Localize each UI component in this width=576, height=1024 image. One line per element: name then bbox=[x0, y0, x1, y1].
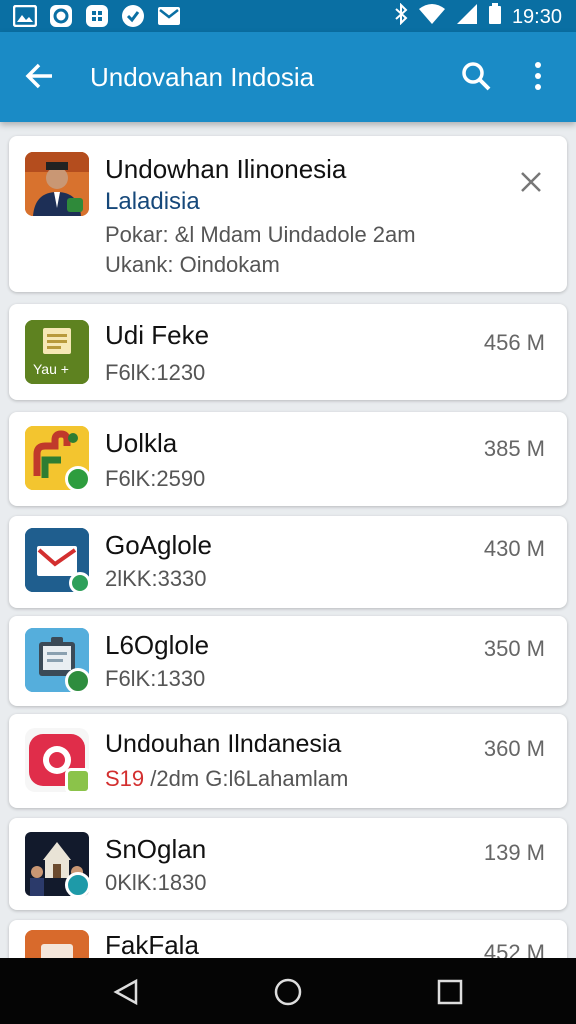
app-name: FakFala bbox=[105, 930, 199, 960]
gallery-notification-icon bbox=[12, 4, 38, 28]
wifi-icon bbox=[418, 3, 446, 31]
featured-download-card[interactable]: Undowhan Ilinonesia Laladisia Pokar: &l … bbox=[9, 136, 567, 292]
app-size: 360 M bbox=[483, 736, 545, 761]
app-name: L6Oglole bbox=[105, 630, 210, 660]
list-item[interactable]: SnOglan 0KlK:1830 139 M bbox=[9, 818, 567, 910]
search-icon[interactable] bbox=[456, 56, 496, 96]
check-badge-icon bbox=[69, 572, 91, 594]
nav-back-icon[interactable] bbox=[106, 972, 146, 1012]
app-subtitle-highlight: S19 bbox=[105, 766, 145, 791]
featured-detail-line-1: Pokar: &l Mdam Uindadole 2am bbox=[105, 222, 416, 247]
app-notification-icon bbox=[84, 4, 110, 28]
system-navigation-bar bbox=[0, 958, 576, 1024]
check-badge-icon bbox=[65, 872, 91, 898]
app-name: SnOglan bbox=[105, 834, 207, 864]
list-item[interactable]: Yau + Udi Feke F6lK:1230 456 M bbox=[9, 304, 567, 400]
featured-app-name: Undowhan Ilinonesia bbox=[105, 154, 347, 184]
battery-icon bbox=[488, 3, 502, 31]
app-icon-document: Yau + bbox=[25, 320, 89, 384]
featured-app-icon bbox=[25, 152, 89, 216]
app-subtitle: F6lK:2590 bbox=[105, 466, 206, 491]
list-item[interactable]: L6Oglole F6lK:1330 350 M bbox=[9, 616, 567, 706]
share-badge-icon bbox=[65, 768, 91, 794]
app-icon-clipboard bbox=[25, 628, 91, 694]
play-badge-icon bbox=[65, 466, 91, 492]
app-subtitle: 2lKK:3330 bbox=[105, 566, 207, 591]
system-status-icons: 19:30 bbox=[394, 2, 562, 31]
browser-notification-icon bbox=[48, 4, 74, 28]
signal-icon bbox=[456, 3, 478, 31]
app-icon-building bbox=[25, 832, 91, 898]
app-subtitle-text: /2dm G:l6Lahamlam bbox=[144, 766, 349, 791]
check-notification-icon bbox=[120, 4, 146, 28]
back-arrow-icon[interactable] bbox=[20, 56, 60, 96]
bluetooth-icon bbox=[394, 2, 408, 31]
app-subtitle: F6lK:1230 bbox=[105, 360, 206, 385]
notification-icons bbox=[12, 4, 182, 28]
play-badge-icon bbox=[65, 668, 91, 694]
app-subtitle: 0KlK:1830 bbox=[105, 870, 207, 895]
nav-recents-icon[interactable] bbox=[430, 972, 470, 1012]
list-item[interactable]: Uolkla F6lK:2590 385 M bbox=[9, 412, 567, 506]
app-icon-record bbox=[25, 728, 91, 794]
app-subtitle: S19 /2dm G:l6Lahamlam bbox=[105, 766, 348, 792]
app-name: Uolkla bbox=[105, 428, 178, 458]
app-size: 430 M bbox=[483, 536, 545, 561]
app-subtitle: F6lK:1330 bbox=[105, 666, 206, 691]
app-size: 456 M bbox=[483, 330, 545, 355]
app-size: 385 M bbox=[483, 436, 545, 461]
page-title: Undovahan Indosia bbox=[90, 62, 315, 92]
app-name: Udi Feke bbox=[105, 320, 210, 350]
featured-detail-line-2: Ukank: Oindokam bbox=[105, 252, 280, 277]
app-bar: Undovahan Indosia bbox=[0, 32, 576, 122]
app-name: Undouhan Ilndanesia bbox=[105, 730, 342, 758]
app-size: 139 M bbox=[483, 840, 545, 865]
featured-developer: Laladisia bbox=[105, 188, 200, 215]
clock: 19:30 bbox=[511, 5, 562, 28]
list-item[interactable]: GoAglole 2lKK:3330 430 M bbox=[9, 516, 567, 608]
close-icon[interactable] bbox=[513, 164, 549, 200]
status-bar: 19:30 bbox=[0, 0, 576, 32]
list-item[interactable]: Undouhan Ilndanesia S19 /2dm G:l6Lahamla… bbox=[9, 714, 567, 808]
app-icon-label: Yau + bbox=[33, 361, 69, 377]
nav-home-icon[interactable] bbox=[268, 972, 308, 1012]
app-icon-mail bbox=[25, 528, 91, 594]
app-icon-puzzle bbox=[25, 426, 91, 492]
mail-notification-icon bbox=[156, 4, 182, 28]
app-name: GoAglole bbox=[105, 530, 212, 560]
more-options-icon[interactable] bbox=[518, 56, 558, 96]
app-size: 350 M bbox=[483, 636, 545, 661]
